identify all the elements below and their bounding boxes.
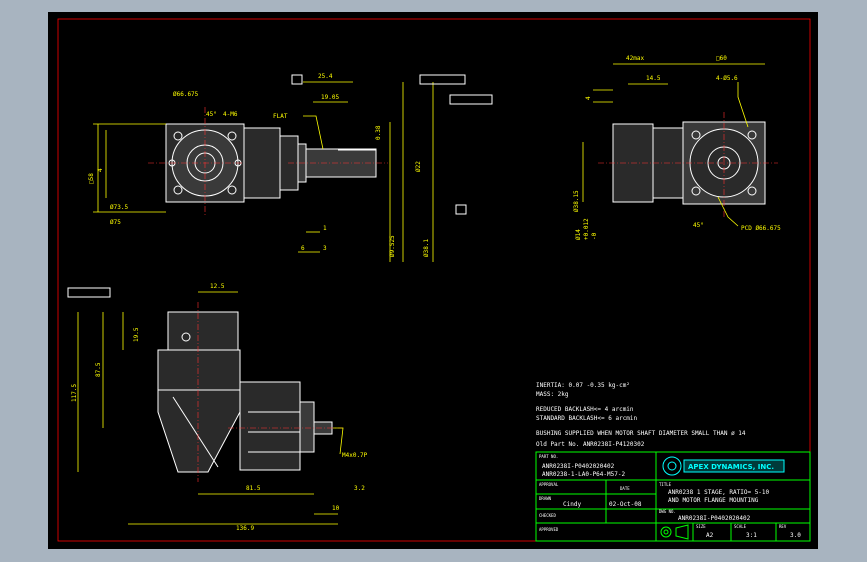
dim-d10: 1 [323,225,327,232]
rev-label: REV [779,524,787,529]
part-no-1: ANR0238I-P0402020402 [542,463,615,470]
top-left-view [148,107,388,217]
dim-b3: 87.5 [95,362,102,377]
dim-r6: Ø38.15 [573,190,580,212]
spec-reduced: REDUCED BACKLASH<= 4 arcmin [536,406,634,413]
spec-notes: INERTIA: 0.07 -0.35 kg-cm² MASS: 2kg RED… [536,382,746,448]
datum-b-box [455,204,467,215]
title-block: PART NO. ANR0238I-P0402020402 ANR0238-1-… [535,451,811,542]
datum-a-box [291,74,303,85]
dim-d5: 4-M6 [223,111,238,118]
rev-value: 3.0 [790,532,801,539]
housing-angle [157,389,241,473]
dim-r-angle: 45° [693,222,704,229]
logo-icon [662,456,682,476]
dim-b4: 117.5 [71,384,78,402]
dim-b2: 19.5 [133,327,140,342]
dim-d4: Ø66.675 [173,91,199,98]
scale-value: 3:1 [746,532,757,539]
company-name: APEX DYNAMICS, INC. [688,463,774,471]
dim-b8: 10 [332,505,340,512]
drawn-date: 02-Oct-08 [609,501,642,508]
dim-b6: 136.9 [236,525,254,532]
dim-b5: 81.5 [246,485,261,492]
bottom-view [157,302,343,482]
approval-label: APPROVAL [539,482,559,487]
dim-r1: 42max [626,55,644,62]
dim-d12: Ø38.1 [423,239,430,257]
tol3-box [67,287,111,298]
dim-angle: 45° [206,111,217,118]
part-no-2: ANR0238-1-LA0-P64-M57-2 [542,471,625,478]
title-label: TITLE [659,482,672,487]
tol1-box [419,74,466,85]
tol2-box [449,94,493,105]
dim-d1: 25.4 [318,73,333,80]
approved-label: APPROVED [539,527,559,532]
dim-r2: 14.5 [646,75,661,82]
dim-b7: 3.2 [354,485,365,492]
spec-standard: STANDARD BACKLASH<= 6 arcmin [536,415,638,422]
dwg-no: ANR0238I-P0402020402 [678,515,751,522]
title-line-2: AND MOTOR FLANGE MOUNTING [668,497,759,504]
size-label: SIZE [696,524,706,529]
dim-r9: +0.012 [583,218,590,240]
drawn-label: DRAWN [539,496,552,501]
title-line-1: ANR0238 1 STAGE, RATIO= 5-10 [668,489,770,496]
spec-inertia: INERTIA: 0.07 -0.35 kg-cm² [536,382,630,389]
drawn-by: Cindy [563,501,581,508]
drawing-canvas: Ø66.675 45° 4-M6 Ø73.5 Ø75 □58 4 25.4 19… [48,12,818,549]
dim-d2: 19.05 [321,94,339,101]
dim-d14: 3 [323,245,327,252]
dim-d13: Ø22 [415,161,422,172]
size-value: A2 [706,532,714,539]
dim-d9: 6 [301,245,305,252]
gearbox-body [243,127,281,199]
top-right-view [598,112,778,217]
dim-d8: □58 [88,173,95,184]
company-logo: APEX DYNAMICS, INC. [662,456,785,476]
dim-d6: Ø73.5 [110,204,128,211]
dim-r10: -0 [591,232,598,240]
date-label: DATE [620,486,630,491]
dim-r3: □60 [716,55,727,62]
projection-symbol-icon [660,524,689,540]
motor-flange [167,311,239,351]
dim-r7: 4 [585,96,592,100]
dim-r4: 4-Ø5.6 [716,75,738,82]
dim-flat: FLAT [273,113,288,120]
dim-b9: M4x0.7P [342,452,368,459]
dim-r8: Ø14 [575,229,582,240]
spec-bushing: BUSHING SUPPLIED WHEN MOTOR SHAFT DIAMET… [536,430,746,437]
dim-r5: PCD Ø66.675 [741,225,781,232]
gear-body [239,381,301,471]
scale-label: SCALE [734,524,747,529]
part-no-label: PART NO. [539,454,558,459]
dim-b1: 12.5 [210,283,225,290]
dim-d7: Ø75 [110,219,121,226]
cad-drawing: Ø66.675 45° 4-M6 Ø73.5 Ø75 □58 4 25.4 19… [57,18,811,542]
housing-upper [157,349,241,391]
dwg-no-label: DWG NO. [659,509,676,514]
dim-d3: 0.38 [375,125,382,140]
checked-label: CHECKED [539,513,556,518]
spec-oldpart: Old Part No. ANR0238I-P4120302 [536,441,645,448]
output-hub [299,401,315,453]
spec-mass: MASS: 2kg [536,391,569,398]
